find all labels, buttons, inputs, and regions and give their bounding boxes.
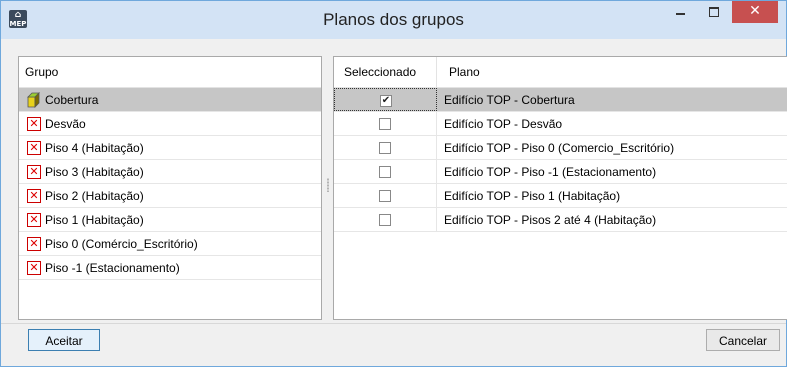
group-list-item[interactable]: ✕ Piso 4 (Habitação) bbox=[19, 136, 321, 160]
plan-name: Edifício TOP - Piso 0 (Comercio_Escritór… bbox=[444, 141, 675, 155]
plan-checkbox[interactable] bbox=[379, 166, 391, 178]
red-x-icon: ✕ bbox=[27, 237, 41, 251]
group-list-item[interactable]: ✕ Piso 3 (Habitação) bbox=[19, 160, 321, 184]
plan-name: Edifício TOP - Piso -1 (Estacionamento) bbox=[444, 165, 657, 179]
plan-checkbox[interactable] bbox=[379, 118, 391, 130]
cube-icon bbox=[27, 92, 40, 108]
close-button[interactable]: ✕ bbox=[732, 1, 778, 23]
red-x-icon: ✕ bbox=[27, 141, 41, 155]
red-x-icon: ✕ bbox=[27, 213, 41, 227]
selected-cell[interactable] bbox=[334, 112, 437, 135]
plan-table-row[interactable]: Edifício TOP - Piso 1 (Habitação) bbox=[334, 184, 787, 208]
selected-cell[interactable] bbox=[334, 184, 437, 207]
plan-table-row[interactable]: Edifício TOP - Pisos 2 até 4 (Habitação) bbox=[334, 208, 787, 232]
group-list-item[interactable]: ✕ Piso 1 (Habitação) bbox=[19, 208, 321, 232]
group-list-item-label: Piso 4 (Habitação) bbox=[45, 141, 144, 155]
red-x-icon: ✕ bbox=[27, 117, 41, 131]
plan-name: Edifício TOP - Pisos 2 até 4 (Habitação) bbox=[444, 213, 657, 227]
group-list-item[interactable]: ✕ Piso 2 (Habitação) bbox=[19, 184, 321, 208]
plan-table-row[interactable]: Edifício TOP - Piso 0 (Comercio_Escritór… bbox=[334, 136, 787, 160]
red-x-icon: ✕ bbox=[27, 189, 41, 203]
plan-checkbox[interactable] bbox=[379, 190, 391, 202]
dialog-window: ⌂ MEP Planos dos grupos ✕ Grupo Cobertura… bbox=[0, 0, 787, 367]
minimize-button[interactable] bbox=[663, 1, 697, 23]
group-list[interactable]: Grupo Cobertura ✕ Desvão ✕ Piso 4 (Habitação… bbox=[18, 56, 322, 320]
plan-name: Edifício TOP - Piso 1 (Habitação) bbox=[444, 189, 621, 203]
group-list-item-label: Piso -1 (Estacionamento) bbox=[45, 261, 180, 275]
plan-name: Edifício TOP - Cobertura bbox=[444, 93, 575, 107]
group-list-item-label: Piso 0 (Comércio_Escritório) bbox=[45, 237, 198, 251]
selected-cell[interactable] bbox=[334, 136, 437, 159]
plan-checkbox[interactable] bbox=[379, 142, 391, 154]
group-list-item-label: Piso 1 (Habitação) bbox=[45, 213, 144, 227]
accept-button[interactable]: Aceitar bbox=[28, 329, 100, 351]
col-header-plano[interactable]: Plano bbox=[449, 57, 480, 87]
panel-splitter[interactable] bbox=[324, 56, 332, 318]
group-list-item-label: Cobertura bbox=[45, 93, 99, 107]
group-list-item-label: Desvão bbox=[45, 117, 86, 131]
plan-table-header: Seleccionado Plano bbox=[334, 57, 787, 88]
minimize-icon bbox=[675, 12, 685, 15]
title-bar[interactable]: ⌂ MEP Planos dos grupos ✕ bbox=[1, 1, 786, 39]
plan-table-row[interactable]: Edifício TOP - Piso -1 (Estacionamento) bbox=[334, 160, 787, 184]
splitter-grip-icon bbox=[327, 178, 329, 192]
red-x-icon: ✕ bbox=[27, 261, 41, 275]
group-header: Grupo bbox=[19, 57, 321, 88]
plan-table[interactable]: Seleccionado Plano ✔ Edifício TOP - Cober… bbox=[333, 56, 787, 320]
group-list-item-label: Piso 2 (Habitação) bbox=[45, 189, 144, 203]
footer-divider bbox=[1, 323, 786, 324]
group-list-item[interactable]: ✕ Piso 0 (Comércio_Escritório) bbox=[19, 232, 321, 256]
red-x-icon: ✕ bbox=[27, 165, 41, 179]
group-header-label: Grupo bbox=[25, 65, 59, 79]
cancel-button[interactable]: Cancelar bbox=[706, 329, 780, 351]
plan-table-row[interactable]: Edifício TOP - Desvão bbox=[334, 112, 787, 136]
group-list-item[interactable]: Cobertura bbox=[19, 88, 321, 112]
selected-cell[interactable] bbox=[334, 208, 437, 231]
plan-name: Edifício TOP - Desvão bbox=[444, 117, 563, 131]
column-divider[interactable] bbox=[436, 57, 437, 87]
maximize-icon bbox=[709, 6, 719, 17]
plan-checkbox[interactable] bbox=[379, 214, 391, 226]
plan-table-row[interactable]: ✔ Edifício TOP - Cobertura bbox=[334, 88, 787, 112]
maximize-button[interactable] bbox=[697, 1, 731, 23]
group-list-item[interactable]: ✕ Piso -1 (Estacionamento) bbox=[19, 256, 321, 280]
col-header-selected[interactable]: Seleccionado bbox=[344, 57, 416, 87]
group-list-item-label: Piso 3 (Habitação) bbox=[45, 165, 144, 179]
plan-checkbox[interactable]: ✔ bbox=[380, 95, 392, 107]
selected-cell[interactable] bbox=[334, 160, 437, 183]
close-icon: ✕ bbox=[749, 3, 761, 19]
selected-cell[interactable]: ✔ bbox=[334, 88, 437, 111]
group-list-item[interactable]: ✕ Desvão bbox=[19, 112, 321, 136]
